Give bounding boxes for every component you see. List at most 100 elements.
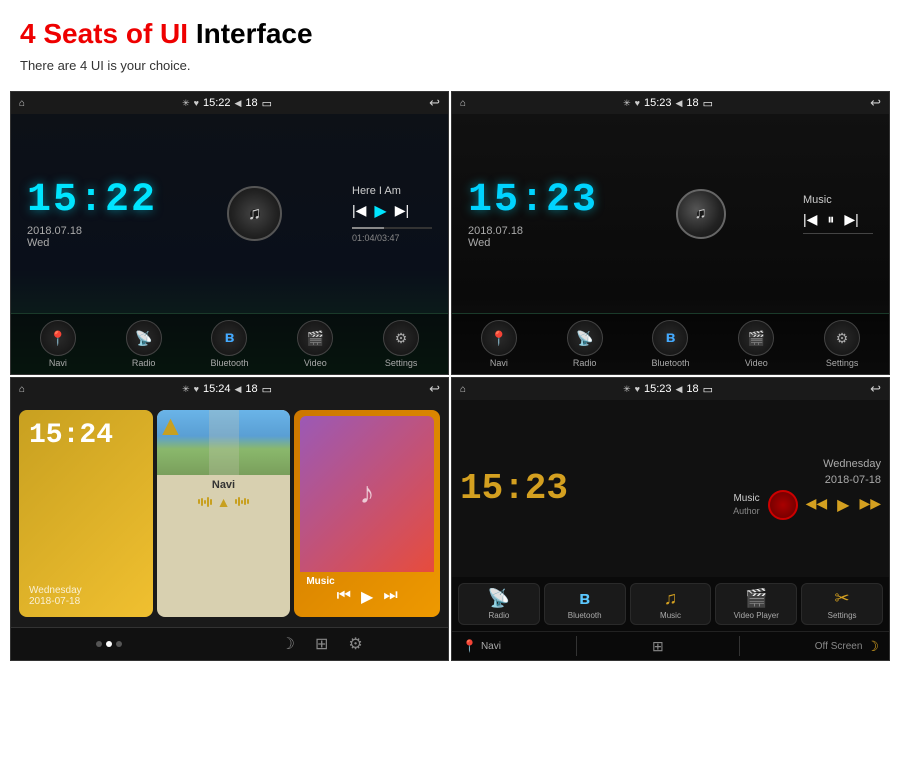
ui4-video-label: Video Player xyxy=(734,611,779,620)
nav-item-radio-2[interactable]: 📡 Radio xyxy=(565,320,605,368)
ui4-radio-item[interactable]: 📡 Radio xyxy=(458,583,540,625)
radio-icon-2[interactable]: 📡 xyxy=(567,320,603,356)
navi-icon-2[interactable]: 📍 xyxy=(481,320,517,356)
time-card: 15:24 Wednesday 2018-07-18 xyxy=(19,410,153,617)
settings-icon-1[interactable]: ⚙ xyxy=(383,320,419,356)
sb2-left: ⌂ xyxy=(460,98,466,109)
nav-item-video-2[interactable]: 🎬 Video xyxy=(736,320,776,368)
clock-section-2: 15:23 2018.07.18 Wed xyxy=(468,178,598,249)
ui4-radio-icon: 📡 xyxy=(488,588,510,609)
nav-item-bluetooth-2[interactable]: ʙ Bluetooth xyxy=(650,320,690,368)
moon-icon-3[interactable]: ☽ xyxy=(281,634,295,654)
wbar9 xyxy=(244,498,246,505)
ui4-music-item[interactable]: ♫ Music xyxy=(630,583,712,625)
music-card[interactable]: ♪ Music ⏮ ▶ ⏭ xyxy=(294,410,440,617)
nav-item-settings-2[interactable]: ⚙ Settings xyxy=(822,320,862,368)
sb1-right: ↩ xyxy=(429,95,440,111)
play-icon-1[interactable]: ▶ xyxy=(374,201,386,221)
music-controls-1[interactable]: |◀ ▶ ▶| xyxy=(352,201,409,221)
ui4-record-btn[interactable] xyxy=(768,490,798,520)
radio-label-2: Radio xyxy=(573,358,597,368)
music-card-controls[interactable]: ⏮ ▶ ⏭ xyxy=(306,587,428,607)
music-card-footer: Music ⏮ ▶ ⏭ xyxy=(300,572,434,611)
pause-icon-2[interactable]: ⏸ xyxy=(827,211,834,228)
settings-icon-2[interactable]: ⚙ xyxy=(824,320,860,356)
ui4-prev-icon[interactable]: ◀◀ xyxy=(806,495,828,515)
wifi-icon-1: ♥ xyxy=(194,98,199,108)
ui4-music-controls[interactable]: ◀◀ ▶ ▶▶ xyxy=(806,495,881,515)
dot-2 xyxy=(106,641,112,647)
ui4-footer-navi[interactable]: 📍 Navi xyxy=(462,639,501,653)
ui4-play-icon[interactable]: ▶ xyxy=(837,495,849,515)
clock-section-1: 15:22 2018.07.18 Wed xyxy=(27,178,157,249)
grid-icon-3[interactable]: ⊞ xyxy=(315,634,328,654)
clock-day-1: Wed xyxy=(27,237,157,249)
sb3-left: ⌂ xyxy=(19,384,25,395)
ui4-footer: 📍 Navi ⊞ Off Screen ☽ xyxy=(452,631,889,660)
ui4-bluetooth-item[interactable]: ʙ Bluetooth xyxy=(544,583,626,625)
back-icon-4[interactable]: ↩ xyxy=(870,381,881,397)
back-icon-2[interactable]: ↩ xyxy=(870,95,881,111)
video-icon-1[interactable]: 🎬 xyxy=(297,320,333,356)
ui2-progress xyxy=(803,233,873,234)
wbar4 xyxy=(207,497,209,507)
home-icon-2[interactable]: ⌂ xyxy=(460,98,466,109)
prev-icon-1[interactable]: |◀ xyxy=(352,202,366,219)
next-icon-2[interactable]: ▶| xyxy=(844,211,858,228)
home-icon-4[interactable]: ⌂ xyxy=(460,384,466,395)
home-icon-1[interactable]: ⌂ xyxy=(19,98,25,109)
nav-item-settings-1[interactable]: ⚙ Settings xyxy=(381,320,421,368)
bt-icon-1: ✳ xyxy=(182,98,190,109)
screen-icon-1: ▭ xyxy=(262,97,272,110)
music-progress-1 xyxy=(352,227,432,229)
next-icon-1[interactable]: ▶| xyxy=(395,202,409,219)
dot-1 xyxy=(96,641,102,647)
ui4-main: 15:23 Wednesday 2018-07-18 Music Author … xyxy=(452,400,889,577)
nav-item-navi-1[interactable]: 📍 Navi xyxy=(38,320,78,368)
wifi-icon-4: ♥ xyxy=(635,384,640,394)
music-title-1: Here I Am xyxy=(352,185,401,197)
music-play-icon[interactable]: ▶ xyxy=(361,587,373,607)
ui4-footer-apps[interactable]: ⊞ xyxy=(652,638,664,655)
battery-val-4: 18 xyxy=(686,383,698,395)
navi-road: ▲ xyxy=(157,410,291,475)
ui4-footer-div1 xyxy=(576,636,577,656)
back-icon-3[interactable]: ↩ xyxy=(429,381,440,397)
battery-val-2: 18 xyxy=(686,97,698,109)
time-1: 15:22 xyxy=(203,97,231,109)
radio-icon-1[interactable]: 📡 xyxy=(126,320,162,356)
music-note-icon-2: ♫ xyxy=(695,205,707,223)
title-part1: 4 Seats of UI xyxy=(20,18,188,49)
ui4-footer-offscreen[interactable]: Off Screen ☽ xyxy=(815,638,879,655)
ui4-video-item[interactable]: 🎬 Video Player xyxy=(715,583,797,625)
bluetooth-icon-2[interactable]: ʙ xyxy=(652,320,688,356)
ui4-navi-pin-icon: 📍 xyxy=(462,639,477,653)
sb2-right: ↩ xyxy=(870,95,881,111)
music-next-icon[interactable]: ⏭ xyxy=(383,587,397,607)
ui4-left: 15:23 xyxy=(460,410,568,567)
navi-icon-1[interactable]: 📍 xyxy=(40,320,76,356)
wbar2 xyxy=(201,498,203,506)
bluetooth-icon-1[interactable]: ʙ xyxy=(211,320,247,356)
ui1-main: 15:22 2018.07.18 Wed ♫ Here I Am |◀ ▶ ▶| xyxy=(11,114,448,313)
nav-item-video-1[interactable]: 🎬 Video xyxy=(295,320,335,368)
ui4-music-info: Music Author xyxy=(733,493,760,516)
video-icon-2[interactable]: 🎬 xyxy=(738,320,774,356)
nav-item-bluetooth-1[interactable]: ʙ Bluetooth xyxy=(209,320,249,368)
wbar7 xyxy=(238,497,240,506)
ui3-bottom: ☽ ⊞ ⚙ xyxy=(11,627,448,660)
prev-icon-2[interactable]: |◀ xyxy=(803,211,817,228)
settings-label-1: Settings xyxy=(385,358,418,368)
nav-item-radio-1[interactable]: 📡 Radio xyxy=(124,320,164,368)
music-prev-icon[interactable]: ⏮ xyxy=(337,587,351,607)
ui4-next-icon[interactable]: ▶▶ xyxy=(859,495,881,515)
home-icon-3[interactable]: ⌂ xyxy=(19,384,25,395)
ui4-settings-item[interactable]: ✂ Settings xyxy=(801,583,883,625)
gear-icon-3[interactable]: ⚙ xyxy=(348,634,362,654)
bottom-nav-2: 📍 Navi 📡 Radio ʙ Bluetooth 🎬 Video ⚙ xyxy=(452,313,889,374)
ui2-controls[interactable]: |◀ ⏸ ▶| xyxy=(803,211,859,228)
title-part2: Interface xyxy=(196,18,313,49)
navi-card[interactable]: ▲ Navi ▲ xyxy=(157,410,291,617)
nav-item-navi-2[interactable]: 📍 Navi xyxy=(479,320,519,368)
back-icon-1[interactable]: ↩ xyxy=(429,95,440,111)
